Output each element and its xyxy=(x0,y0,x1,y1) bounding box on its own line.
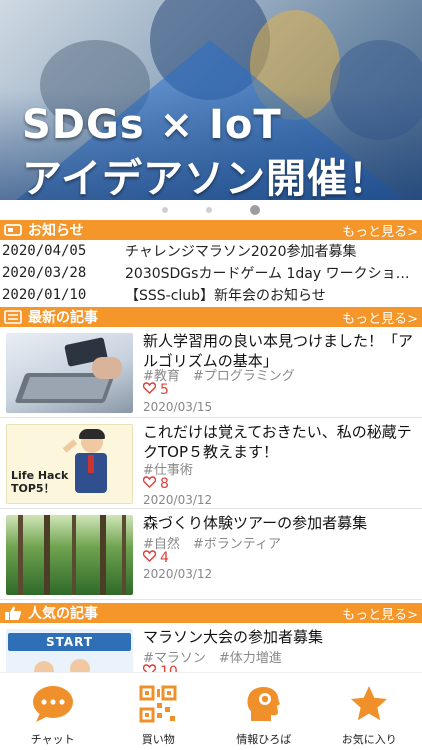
notice-date: 2020/03/28 xyxy=(2,265,87,281)
article-likes[interactable]: 8 xyxy=(142,476,169,492)
carousel-dot[interactable] xyxy=(206,207,212,213)
notice-section-header: お知らせ もっと見る> xyxy=(0,220,422,240)
article-title: マラソン大会の参加者募集 xyxy=(143,628,324,646)
latest-section-header: 最新の記事 もっと見る> xyxy=(0,307,422,327)
notice-title: 2030SDGsカードゲーム 1day ワークショップ xyxy=(125,266,422,282)
like-count: 4 xyxy=(160,550,169,566)
article-list-icon xyxy=(4,310,22,324)
notice-title: 【SSS-club】新年会のお知らせ xyxy=(125,288,326,304)
heart-icon xyxy=(142,476,157,492)
nav-info-plaza-label: 情報ひろば xyxy=(236,733,292,746)
latest-more-link[interactable]: もっと見る> xyxy=(342,308,418,327)
article-date: 2020/03/15 xyxy=(143,400,213,414)
thumbnail-caption: START xyxy=(8,633,131,651)
carousel-dot-active[interactable] xyxy=(250,205,260,215)
notice-list: 2020/04/05 チャレンジマラソン2020参加者募集 2020/03/28… xyxy=(0,240,422,306)
notice-title: チャレンジマラソン2020参加者募集 xyxy=(125,244,357,260)
hero-title-line2: アイデアソン開催！ xyxy=(22,156,389,200)
latest-section-title: 最新の記事 xyxy=(28,310,98,326)
like-count: 5 xyxy=(160,382,169,398)
article-title: 森づくり体験ツアーの参加者募集 xyxy=(143,514,368,532)
notice-item[interactable]: 2020/03/28 2030SDGsカードゲーム 1day ワークショップ xyxy=(0,262,422,284)
megaphone-icon xyxy=(4,223,22,237)
like-count: 8 xyxy=(160,476,169,492)
carousel-indicator xyxy=(0,200,422,220)
article-card[interactable]: 森づくり体験ツアーの参加者募集 #自然 #ボランティア 4 2020/03/12 xyxy=(0,509,422,600)
article-date: 2020/03/12 xyxy=(143,567,213,581)
nav-chat[interactable]: チャット xyxy=(0,673,106,750)
chat-icon xyxy=(32,685,74,723)
article-card[interactable]: 新人学習用の良い本見つけました！「アルゴリズムの基本」 #教育 #プログラミング… xyxy=(0,327,422,418)
popular-more-link[interactable]: もっと見る> xyxy=(342,604,418,623)
qr-code-icon xyxy=(137,685,179,723)
hero-banner[interactable]: SDGs × IoT アイデアソン開催！ xyxy=(0,0,422,200)
article-card[interactable]: Life Hack TOP5！ これだけは覚えておきたい、私の秘蔵テクTOP５教… xyxy=(0,418,422,509)
heart-icon xyxy=(142,550,157,566)
article-thumbnail: Life Hack TOP5！ xyxy=(6,424,133,504)
notice-item[interactable]: 2020/04/05 チャレンジマラソン2020参加者募集 xyxy=(0,240,422,262)
heart-icon xyxy=(142,382,157,398)
star-icon xyxy=(348,685,390,723)
nav-info-plaza[interactable]: 情報ひろば xyxy=(211,673,317,750)
thumbs-up-icon xyxy=(4,606,22,620)
nav-favorites-label: お気に入り xyxy=(341,733,397,746)
popular-section-header: 人気の記事 もっと見る> xyxy=(0,603,422,623)
notice-date: 2020/01/10 xyxy=(2,287,87,303)
hero-title-line1: SDGs × IoT xyxy=(22,102,282,148)
article-thumbnail xyxy=(6,515,133,595)
nav-shopping[interactable]: 買い物 xyxy=(106,673,212,750)
article-date: 2020/03/12 xyxy=(143,493,213,507)
nav-shopping-label: 買い物 xyxy=(141,733,175,746)
carousel-dot[interactable] xyxy=(162,207,168,213)
idea-head-icon xyxy=(243,685,285,723)
nav-favorites[interactable]: お気に入り xyxy=(317,673,422,750)
nav-chat-label: チャット xyxy=(30,733,75,746)
article-title: これだけは覚えておきたい、私の秘蔵テクTOP５教えます！ xyxy=(143,423,412,461)
notice-date: 2020/04/05 xyxy=(2,243,87,259)
article-thumbnail xyxy=(6,333,133,413)
popular-section-title: 人気の記事 xyxy=(28,606,98,622)
bottom-navigation: チャット 買い物 情報ひろば お気に入り xyxy=(0,672,422,750)
article-likes[interactable]: 4 xyxy=(142,550,169,566)
notice-section-title: お知らせ xyxy=(28,223,84,239)
notice-more-link[interactable]: もっと見る> xyxy=(342,221,418,240)
thumbnail-caption: Life Hack TOP5！ xyxy=(11,469,69,495)
article-likes[interactable]: 5 xyxy=(142,382,169,398)
notice-item[interactable]: 2020/01/10 【SSS-club】新年会のお知らせ xyxy=(0,284,422,306)
